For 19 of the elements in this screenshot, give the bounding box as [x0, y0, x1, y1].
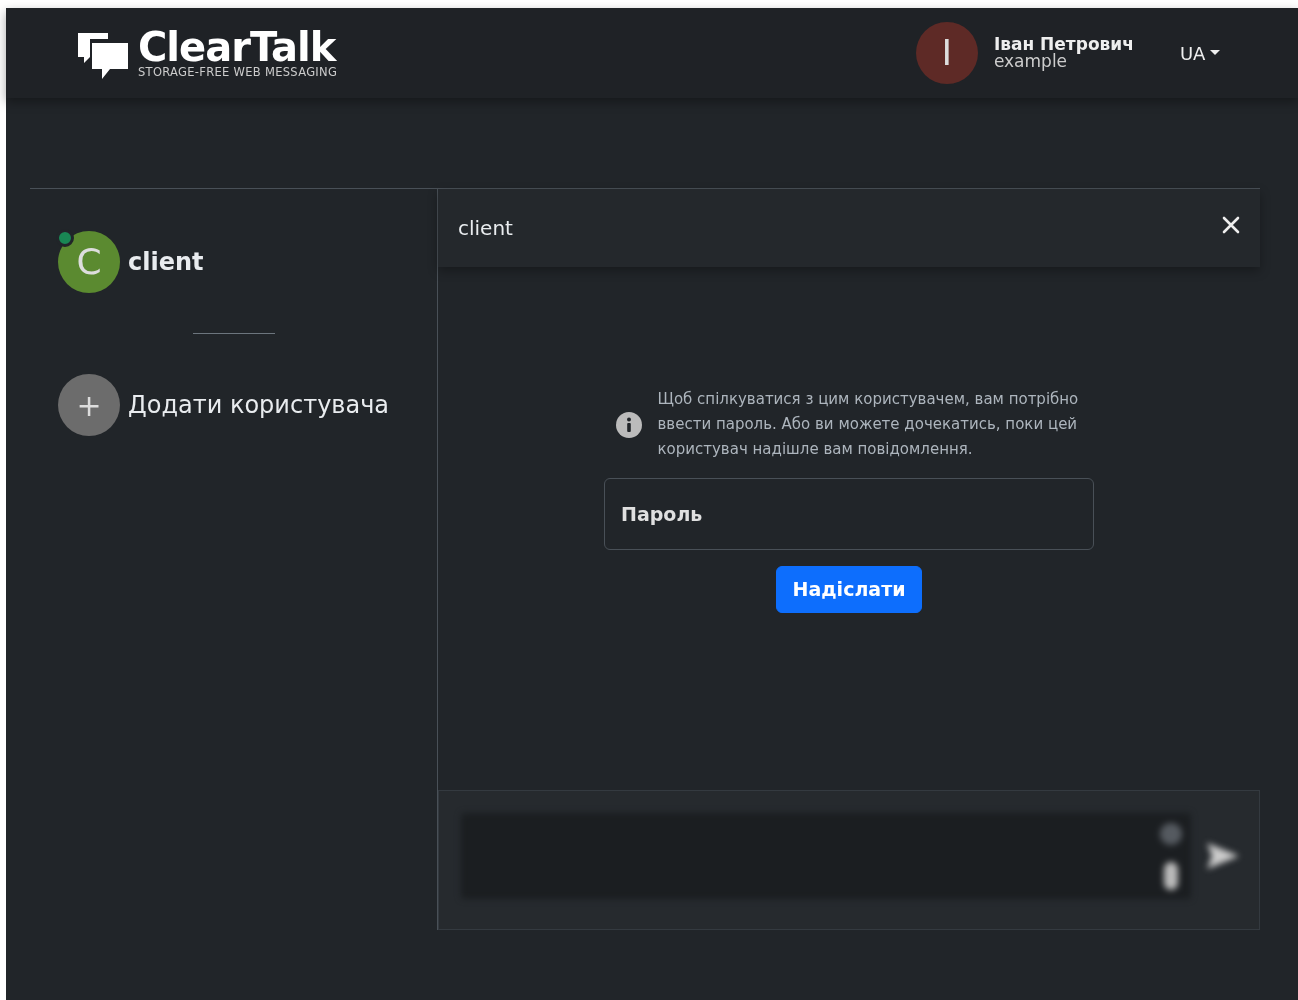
contact-item[interactable]: C client — [58, 231, 409, 293]
contact-avatar: C — [58, 231, 120, 293]
chat-bubbles-icon — [78, 30, 130, 79]
password-notice: Щоб спілкуватися з цим користувачем, вам потрібно ввести пароль. Або ви можете дочекатись, поки цей користувач надішле вам повідомлення. — [657, 389, 1080, 460]
contact-name: client — [128, 247, 204, 278]
language-dropdown[interactable]: UA — [1173, 38, 1226, 68]
logo-title: ClearTalk — [138, 27, 338, 68]
chat-title: client — [458, 215, 513, 242]
user-login: example — [993, 53, 1068, 70]
plus-icon: + — [58, 374, 120, 436]
add-user-label: Додати користувача — [128, 390, 390, 421]
send-icon[interactable] — [1207, 843, 1239, 869]
add-user-item[interactable]: + Додати користувача — [58, 374, 409, 436]
logo-subtitle: STORAGE-FREE WEB MESSAGING — [138, 67, 338, 79]
password-field[interactable]: Пароль — [604, 478, 1094, 550]
user-avatar: I — [915, 22, 978, 84]
submit-button[interactable]: Надіслати — [775, 566, 923, 613]
info-icon — [615, 411, 642, 438]
user-name: Іван Петрович — [993, 36, 1134, 53]
